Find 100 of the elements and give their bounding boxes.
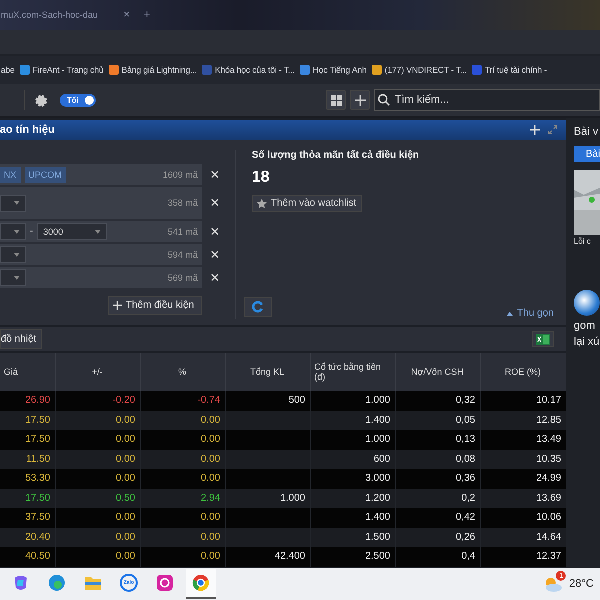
table-cell: 0.00 <box>55 410 140 430</box>
table-cell: 600 <box>310 450 395 469</box>
condition-select[interactable] <box>0 223 26 240</box>
caret-icon <box>14 252 20 256</box>
table-cell: 42.400 <box>225 547 310 566</box>
table-cell: 17.50 <box>0 430 55 450</box>
result-count: 18 <box>252 169 271 187</box>
table-cell: 1.500 <box>310 528 395 547</box>
table-cell: 0.00 <box>140 430 225 450</box>
bookmark[interactable]: abe <box>1 65 15 75</box>
copilot-icon <box>12 574 30 592</box>
table-cell: 10.17 <box>480 391 566 410</box>
match-count: 569 mã <box>168 272 198 282</box>
table-cell: 2.94 <box>140 488 225 508</box>
taskbar-app[interactable] <box>186 569 216 599</box>
watchlist-button[interactable]: Thêm vào watchlist <box>252 195 362 212</box>
close-tab-button[interactable]: × <box>124 9 130 21</box>
table-cell: 0.00 <box>140 508 225 528</box>
table-cell: 20.40 <box>0 528 55 547</box>
remove-button[interactable]: ✕ <box>206 270 224 284</box>
bookmark[interactable]: FireAnt - Trang chủ <box>20 65 104 75</box>
bookmark[interactable]: Học Tiếng Anh <box>300 65 367 75</box>
table-cell: 0.00 <box>55 547 140 566</box>
search-icon <box>378 94 390 106</box>
bookmark[interactable]: (177) VNDIRECT - T... <box>372 65 468 75</box>
table-cell: 24.99 <box>480 469 566 488</box>
table-cell: 0.00 <box>140 547 225 566</box>
table-cell: 1.400 <box>310 508 395 528</box>
table-cell: 0.00 <box>55 469 140 488</box>
table-cell: 0,13 <box>395 430 480 450</box>
refresh-icon <box>252 300 264 312</box>
table-cell: 17.50 <box>0 488 55 508</box>
heatmap-button[interactable]: đồ nhiệt <box>0 329 42 349</box>
table-cell: 13.49 <box>480 430 566 450</box>
search-field[interactable]: Tìm kiếm... <box>374 89 600 111</box>
table-cell: 3.000 <box>310 469 395 488</box>
table-cell: 0.00 <box>140 528 225 547</box>
post-text: lại xú <box>574 336 600 348</box>
expand-icon[interactable] <box>548 125 558 135</box>
remove-button[interactable]: ✕ <box>206 248 224 262</box>
sidebar-tab[interactable]: Bài <box>574 146 600 162</box>
table-cell: 0,08 <box>395 450 480 469</box>
excel-icon[interactable] <box>532 331 554 347</box>
table-cell: 1.000 <box>225 488 310 508</box>
table-cell: 12.85 <box>480 410 566 430</box>
table-cell: 0,36 <box>395 469 480 488</box>
column-header[interactable]: Giá <box>0 353 55 391</box>
remove-button[interactable]: ✕ <box>206 224 224 238</box>
range-dash: - <box>30 226 34 237</box>
column-header[interactable]: Cổ tức bằng tiền (đ) <box>310 353 395 391</box>
table-cell: 1.000 <box>310 430 395 450</box>
remove-button[interactable]: ✕ <box>206 196 224 210</box>
column-header[interactable]: Nợ/Vốn CSH <box>395 353 480 391</box>
condition-select[interactable]: 3000 <box>37 223 108 240</box>
table-cell: 0.00 <box>55 528 140 547</box>
condition-select[interactable] <box>0 194 26 212</box>
temperature: 28°C <box>569 578 594 590</box>
column-header[interactable]: % <box>140 353 225 391</box>
table-cell: 17.50 <box>0 410 55 430</box>
table-cell: 2.500 <box>310 547 395 566</box>
sidebar-title: Bài v <box>574 126 600 138</box>
table-cell: 12.37 <box>480 547 566 566</box>
match-count: 358 mã <box>168 198 198 208</box>
table-cell: 0.50 <box>55 488 140 508</box>
column-header[interactable]: ROE (%) <box>480 353 566 391</box>
edge-icon <box>48 574 66 592</box>
condition-select[interactable] <box>0 246 26 263</box>
theme-toggle[interactable]: Tối <box>60 94 96 106</box>
table-cell: 0.00 <box>55 450 140 469</box>
add-icon[interactable] <box>350 90 370 110</box>
table-cell: 0,26 <box>395 528 480 547</box>
table-cell: 10.06 <box>480 508 566 528</box>
match-count: 541 mã <box>168 226 198 236</box>
column-header[interactable]: +/- <box>55 353 140 391</box>
refresh-button[interactable] <box>244 296 272 316</box>
table-cell: 1.200 <box>310 488 395 508</box>
table-cell: 0.00 <box>55 508 140 528</box>
post-text: gom <box>574 320 596 332</box>
bookmark[interactable]: Trí tuệ tài chính - <box>472 65 548 75</box>
bookmark[interactable]: Khóa học của tôi - T... <box>202 65 295 75</box>
table-cell: 0.00 <box>140 469 225 488</box>
settings-icon[interactable] <box>35 94 48 106</box>
table-cell: 500 <box>225 391 310 410</box>
column-header[interactable]: Tổng KL <box>225 353 310 391</box>
bookmark[interactable]: Bảng giá Lightning... <box>108 65 198 75</box>
browser-tab[interactable]: muX.com-Sach-hoc-dau × <box>0 2 136 28</box>
table-cell: -0.74 <box>140 391 225 410</box>
post-caption: Lỗi c <box>574 237 592 246</box>
remove-button[interactable]: ✕ <box>206 168 224 182</box>
condition-select[interactable] <box>0 269 26 286</box>
table-cell: 0,05 <box>395 410 480 430</box>
caret-icon <box>14 230 20 234</box>
caret-icon <box>14 276 20 280</box>
folder-icon <box>84 575 102 591</box>
chrome-icon <box>192 574 210 592</box>
add-condition-button[interactable]: Thêm điều kiện <box>108 296 202 315</box>
collapse-button[interactable]: Thu gọn <box>507 308 554 319</box>
new-tab-button[interactable]: + <box>144 9 150 21</box>
caret-icon <box>95 230 102 234</box>
grid-icon[interactable] <box>326 90 346 110</box>
